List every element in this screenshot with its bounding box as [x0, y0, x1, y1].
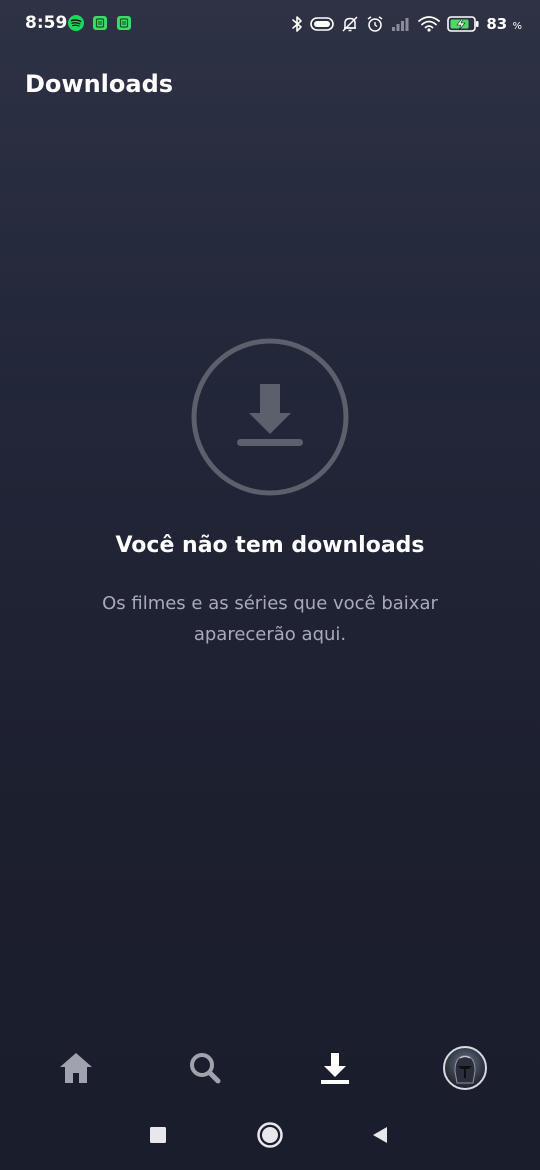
circle-icon — [256, 1121, 284, 1153]
page-title: Downloads — [25, 70, 174, 98]
search-icon — [188, 1051, 222, 1089]
nav-search-button[interactable] — [177, 1044, 233, 1096]
system-back-button[interactable] — [365, 1122, 395, 1152]
profile-avatar — [442, 1045, 488, 1095]
battery-percentage: 83 % — [486, 15, 522, 33]
vibrate-toggle-icon — [310, 16, 335, 32]
spotify-icon — [68, 15, 84, 31]
battery-level-value: 83 — [486, 15, 508, 33]
battery-unit: % — [512, 21, 522, 32]
back-triangle-icon — [370, 1125, 390, 1149]
notification-icons — [68, 15, 132, 31]
signal-icon — [391, 16, 411, 32]
recent-apps-button[interactable] — [143, 1122, 173, 1152]
battery-icon — [447, 15, 479, 33]
wifi-icon — [418, 16, 441, 32]
home-icon — [58, 1051, 94, 1089]
bottom-navigation — [0, 1040, 540, 1100]
alarm-icon — [366, 15, 384, 33]
system-home-button[interactable] — [255, 1122, 285, 1152]
muted-bell-icon — [341, 15, 359, 33]
nav-profile-button[interactable] — [437, 1044, 493, 1096]
nav-downloads-button[interactable] — [307, 1044, 363, 1096]
app-notification-icon — [116, 15, 132, 31]
status-time: 8:59 — [25, 13, 68, 33]
download-icon — [318, 1051, 352, 1089]
app-notification-icon — [92, 15, 108, 31]
square-icon — [149, 1126, 167, 1148]
empty-state-heading: Você não tem downloads — [115, 533, 425, 558]
bluetooth-icon — [291, 15, 303, 33]
empty-state-description: Os filmes e as séries que você baixar ap… — [102, 593, 438, 645]
status-bar: 8:59 83 % — [0, 0, 540, 48]
system-navigation-bar — [0, 1110, 540, 1165]
system-status-icons: 83 % — [291, 13, 522, 35]
download-circle-icon — [191, 338, 349, 496]
nav-home-button[interactable] — [48, 1044, 104, 1096]
